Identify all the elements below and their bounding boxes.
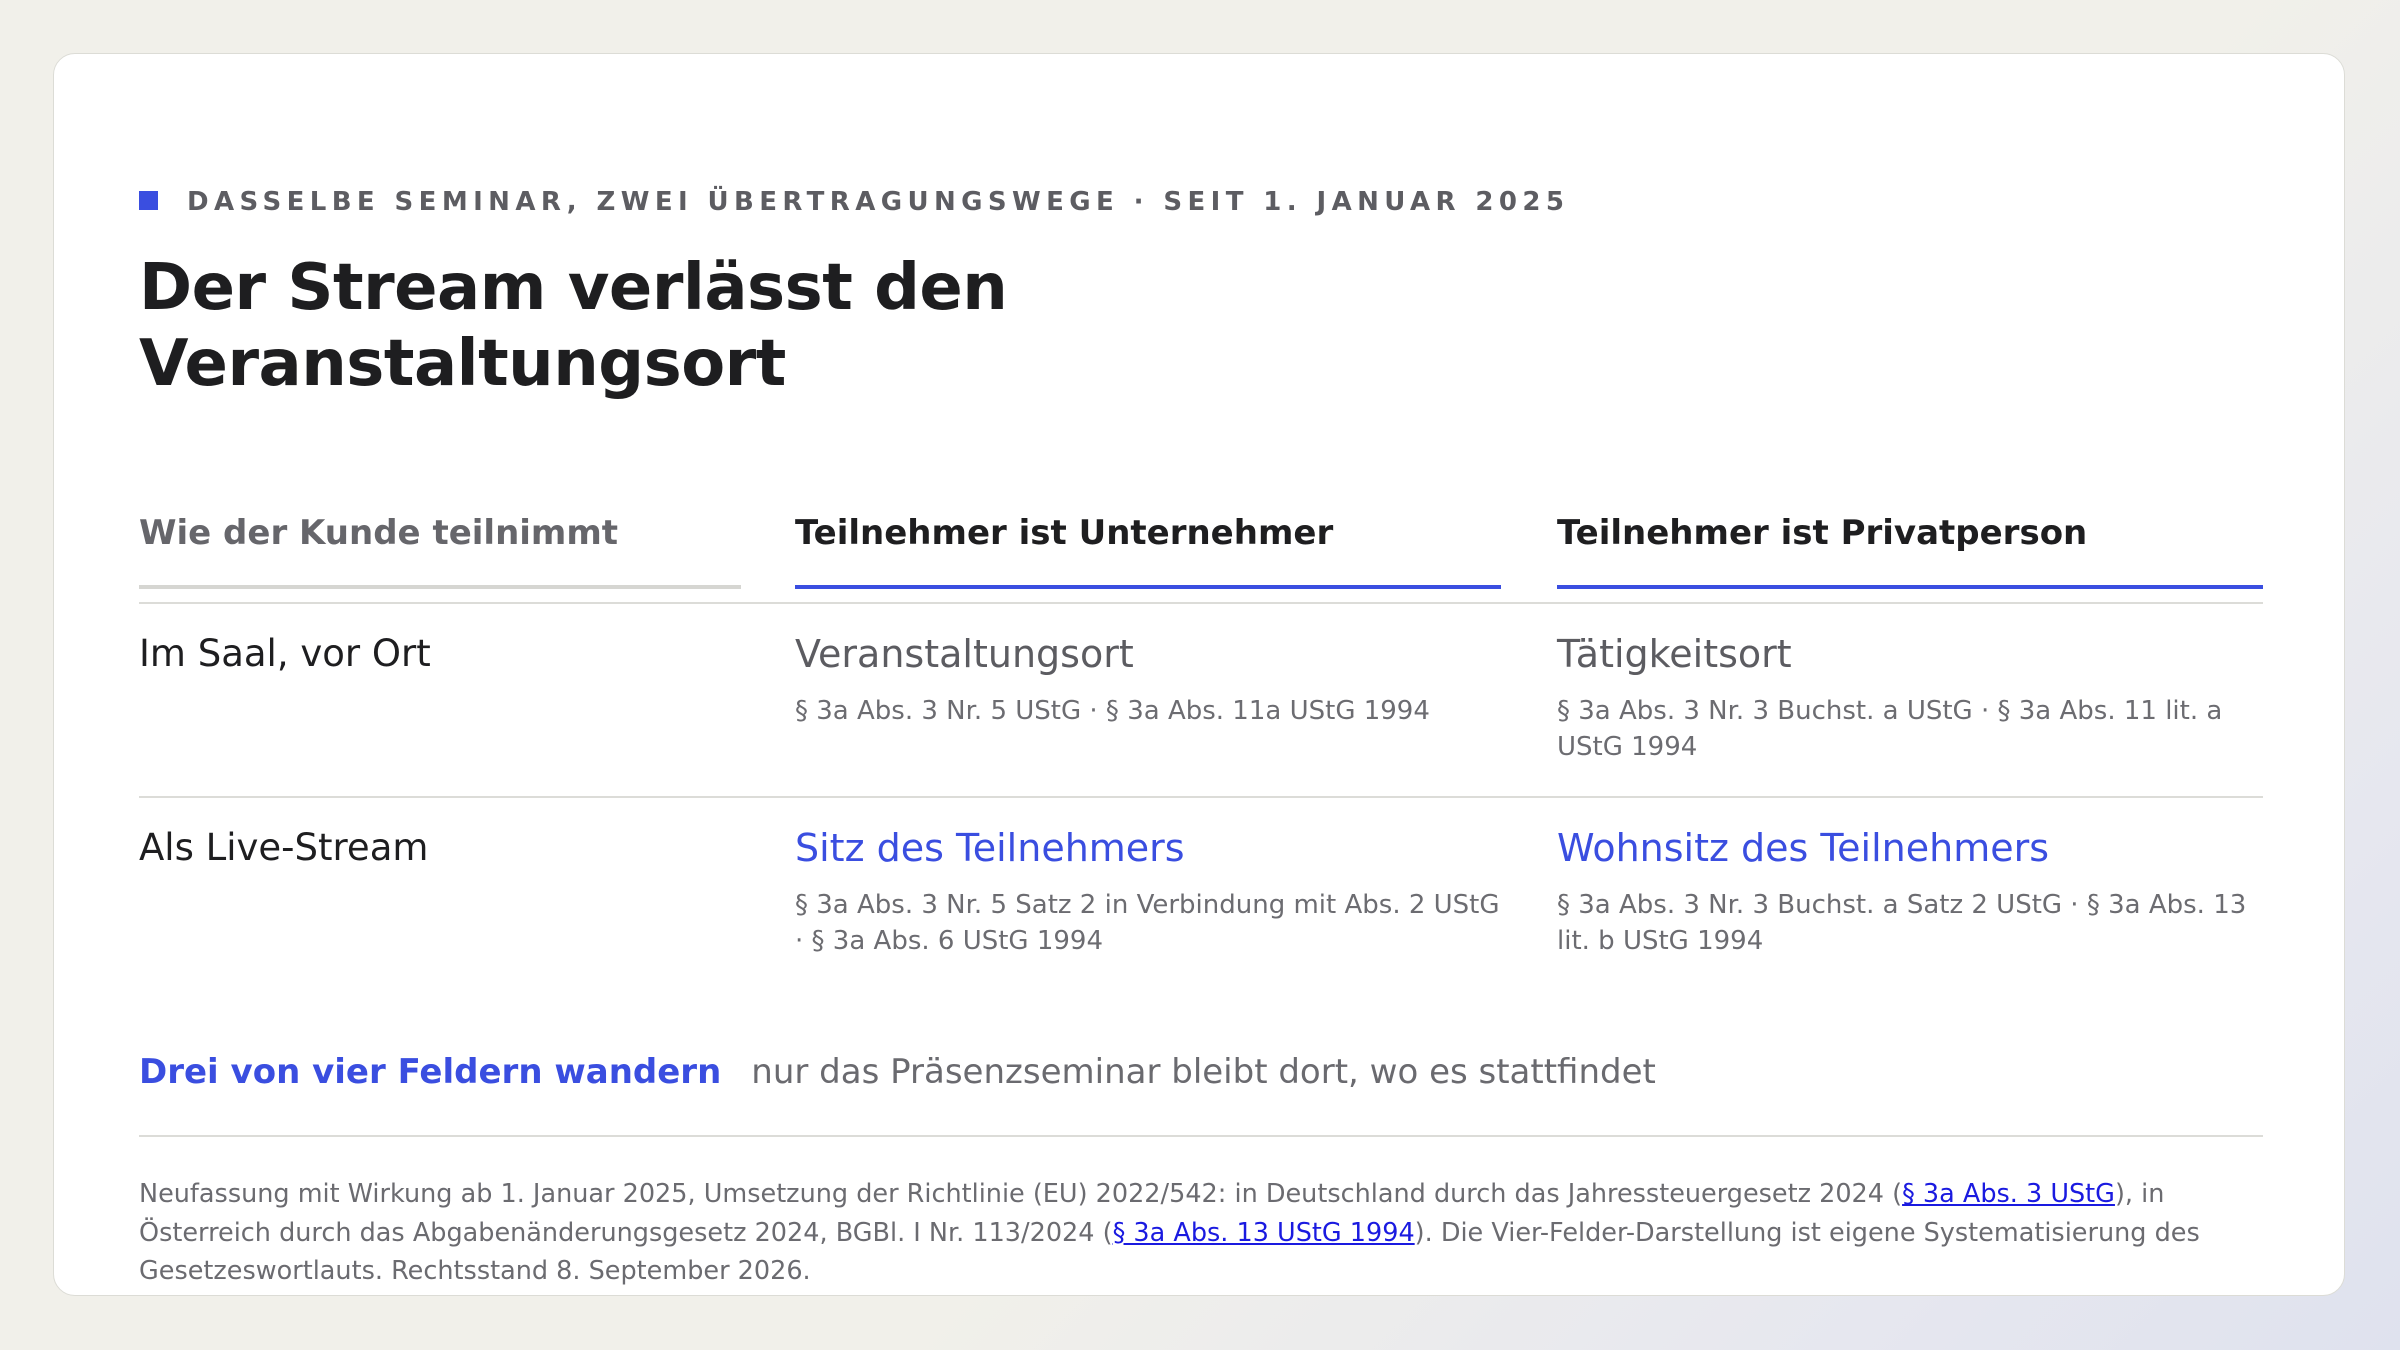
row-label-livestream: Als Live-Stream <box>139 826 429 869</box>
summary-text: nur das Präsenzseminar bleibt dort, wo e… <box>751 1052 1656 1092</box>
eyebrow: DASSELBE SEMINAR, ZWEI ÜBERTRAGUNGSWEGE … <box>139 187 1569 217</box>
summary-line: Drei von vier Feldern wandern nur das Pr… <box>139 1052 1656 1092</box>
footnote-divider <box>139 1135 2263 1137</box>
table-divider <box>139 602 2263 604</box>
cell-stream-business-ref: § 3a Abs. 3 Nr. 5 Satz 2 in Verbindung m… <box>795 890 1500 956</box>
cell-onsite-private-place: Tätigkeitsort <box>1557 632 1792 676</box>
cell-stream-private-ref: § 3a Abs. 3 Nr. 3 Buchst. a Satz 2 UStG … <box>1557 890 2247 956</box>
column-header-rule-business <box>795 585 1501 589</box>
table-divider <box>139 796 2263 798</box>
footnote-link-at-ustg[interactable]: § 3a Abs. 13 UStG 1994 <box>1113 1218 1415 1248</box>
row-label-onsite: Im Saal, vor Ort <box>139 632 431 675</box>
card-content: DASSELBE SEMINAR, ZWEI ÜBERTRAGUNGSWEGE … <box>139 54 2263 1295</box>
cell-onsite-private-ref: § 3a Abs. 3 Nr. 3 Buchst. a UStG · § 3a … <box>1557 696 2223 762</box>
cell-stream-private-place: Wohnsitz des Teilnehmers <box>1557 826 2050 870</box>
footnote-link-de-ustg[interactable]: § 3a Abs. 3 UStG <box>1902 1179 2115 1209</box>
eyebrow-text: DASSELBE SEMINAR, ZWEI ÜBERTRAGUNGSWEGE … <box>187 187 1570 217</box>
page-title: Der Stream verlässt den Veranstaltungsor… <box>139 250 1139 402</box>
footnote: Neufassung mit Wirkung ab 1. Januar 2025… <box>139 1175 2263 1291</box>
cell-stream-business-place: Sitz des Teilnehmers <box>795 826 1185 870</box>
summary-highlight: Drei von vier Feldern wandern <box>139 1052 722 1092</box>
title-line-2: Veranstaltungsort <box>139 327 786 401</box>
infographic-card: DASSELBE SEMINAR, ZWEI ÜBERTRAGUNGSWEGE … <box>53 53 2345 1296</box>
column-header-private: Teilnehmer ist Privatperson <box>1557 513 2088 553</box>
footnote-text-1: Neufassung mit Wirkung ab 1. Januar 2025… <box>139 1179 1903 1209</box>
accent-square-icon <box>139 190 158 210</box>
title-line-1: Der Stream verlässt den <box>139 251 1008 325</box>
column-header-business: Teilnehmer ist Unternehmer <box>795 513 1334 553</box>
cell-onsite-business-ref: § 3a Abs. 3 Nr. 5 UStG · § 3a Abs. 11a U… <box>795 696 1430 726</box>
column-header-participation: Wie der Kunde teilnimmt <box>139 513 619 553</box>
cell-onsite-business-place: Veranstaltungsort <box>795 632 1134 676</box>
column-header-rule-participation <box>139 585 741 589</box>
column-header-rule-private <box>1557 585 2263 589</box>
